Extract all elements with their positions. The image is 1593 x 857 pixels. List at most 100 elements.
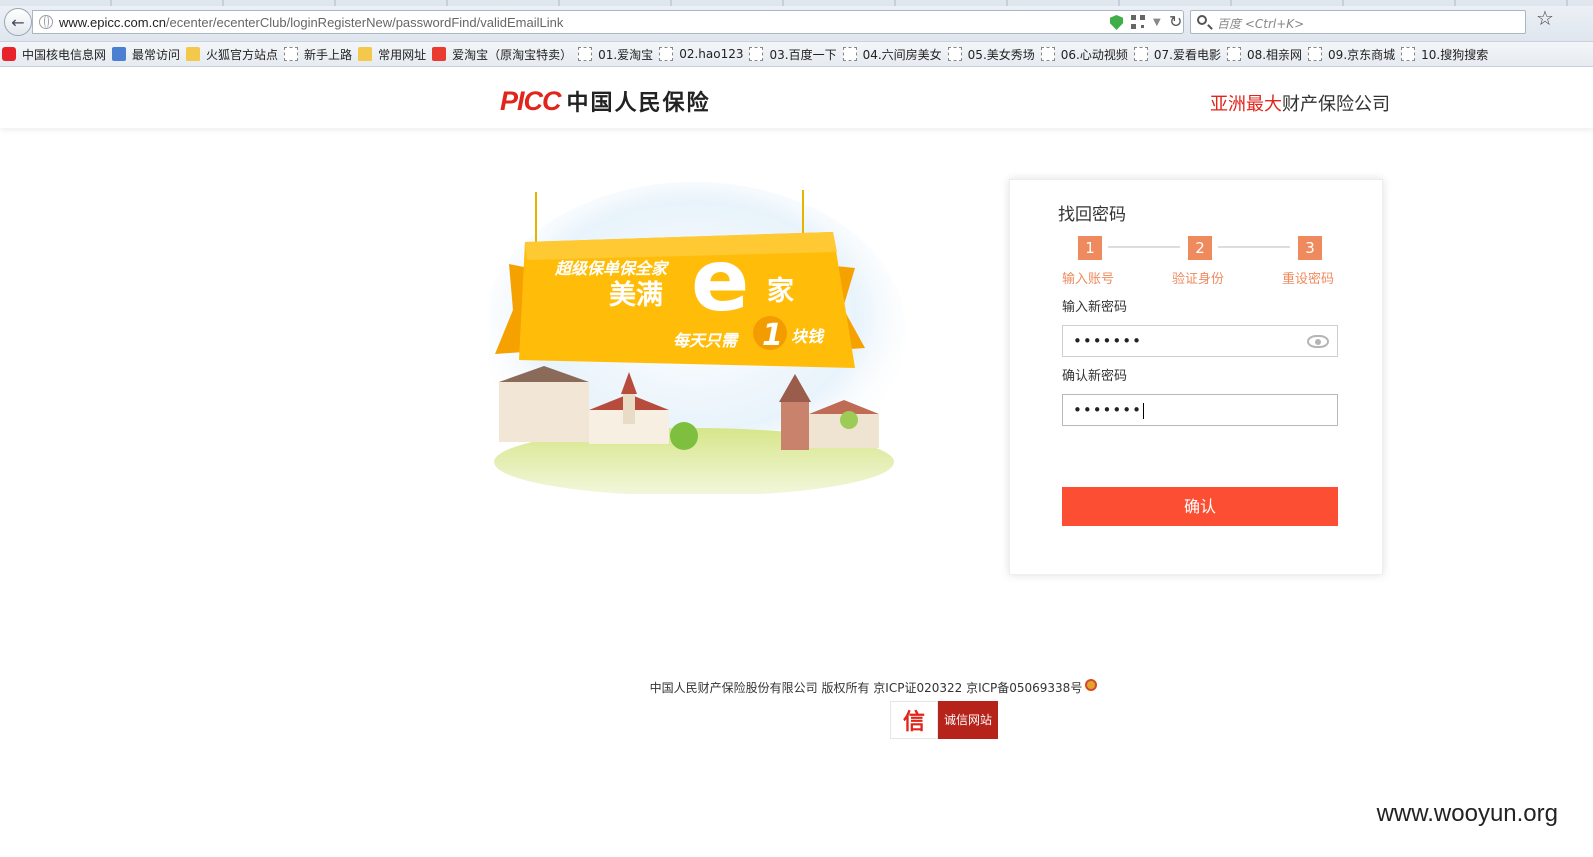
bookmark-label: 新手上路 [304,47,353,62]
bookmark-label: 08.相亲网 [1246,47,1303,62]
page-icon [1133,47,1148,61]
bookmark-item[interactable]: 火狐官方站点 [186,43,278,65]
banner-badge-number: 1 [762,318,783,353]
trust-logo-char: 信 [902,710,925,735]
bookmarks-toolbar: 中国核电信息网 最常访问 火狐官方站点 新手上路 常用网址 爱淘宝（原淘宝特卖）… [0,42,1593,67]
bookmark-label: 火狐官方站点 [206,47,279,62]
header-slogan: 亚洲最大财产保险公司 [1210,90,1390,116]
bookmark-label: 中国核电信息网 [22,47,107,62]
bookmark-label: 06.心动视频 [1060,47,1128,62]
watermark: www.wooyun.org [1376,800,1558,827]
url-path: /ecenter/ecenterClub/loginRegisterNew/pa… [165,15,564,30]
page-icon [1401,47,1416,61]
promo-illustration: 超级保单保全家 美满 e 家 每天只需 1 块钱 [489,182,906,494]
search-bar[interactable]: 百度 <Ctrl+K> [1190,10,1526,34]
back-button[interactable]: ← [4,8,32,36]
footer-line: 中国人民财产保险股份有限公司 版权所有 京ICP证020322 京ICP备050… [650,679,1098,695]
bookmark-item[interactable]: 新手上路 [284,43,352,65]
banner-big-e: e [691,231,749,331]
bookmark-label: 10.搜狗搜索 [1421,47,1489,62]
search-icon [1197,15,1207,25]
dropdown-icon[interactable]: ▼ [1153,17,1161,28]
page-icon [749,47,764,61]
folder-icon [358,47,373,61]
tree [670,422,698,450]
confirm-password-field[interactable]: ••••••• [1062,394,1338,426]
confirm-password-dots: ••••••• [1073,401,1142,419]
bookmark-item[interactable]: 常用网址 [358,43,426,65]
bookmark-item[interactable]: 中国核电信息网 [2,43,106,65]
bookmark-label: 04.六间房美女 [862,47,942,62]
card-title: 找回密码 [1058,205,1126,225]
browser-toolbar: ← www.epicc.com.cn/ecenter/ecenterClub/l… [0,0,1593,42]
globe-icon [39,15,53,29]
bookmark-item[interactable]: 爱淘宝（原淘宝特卖） [432,43,572,65]
url-host: www.epicc.com.cn [59,15,166,30]
confirm-password-label: 确认新密码 [1062,369,1128,384]
footer: 中国人民财产保险股份有限公司 版权所有 京ICP证020322 京ICP备050… [0,679,1593,696]
qr-code-icon[interactable] [1131,15,1145,29]
frequent-icon [112,47,127,61]
bookmark-label: 07.爱看电影 [1153,47,1221,62]
new-password-label: 输入新密码 [1062,300,1128,315]
bookmark-item[interactable]: 09.京东商城 [1308,43,1395,65]
page-icon [1226,47,1241,61]
logo-mark: PICC [500,85,562,116]
site-header: PICC 中国人民保险 亚洲最大财产保险公司 [0,68,1593,128]
bookmark-item[interactable]: 最常访问 [112,43,180,65]
slogan-text: 财产保险公司 [1282,94,1390,115]
shield-icon[interactable] [1110,15,1123,30]
bookmark-label: 05.美女秀场 [967,47,1035,62]
step-2-badge: 2 [1188,236,1212,260]
step-3-label: 重设密码 [1282,272,1335,287]
bookmark-label: 最常访问 [132,47,181,62]
address-bar[interactable]: www.epicc.com.cn/ecenter/ecenterClub/log… [32,10,1184,34]
trust-label: 诚信网站 [938,701,998,739]
bookmark-item[interactable]: 02.hao123 [659,43,743,65]
new-password-field[interactable]: ••••••• [1062,325,1338,357]
banner-line4a: 每天只需 [673,331,739,350]
bookmark-label: 09.京东商城 [1328,47,1396,62]
bookmark-item[interactable]: 01.爱淘宝 [578,43,653,65]
step-1-label: 输入账号 [1062,272,1115,287]
bookmark-item[interactable]: 07.爱看电影 [1133,43,1221,65]
tree [840,411,858,429]
bookmark-label: 常用网址 [378,47,427,62]
bookmark-item[interactable]: 08.相亲网 [1226,43,1303,65]
page-icon [284,47,299,61]
step-3-badge: 3 [1298,236,1322,260]
bookmark-item[interactable]: 05.美女秀场 [947,43,1035,65]
bookmark-item[interactable]: 10.搜狗搜索 [1401,43,1488,65]
new-password-value: ••••••• [1073,332,1142,350]
banner-line4b: 块钱 [791,327,825,346]
page-icon [1308,47,1323,61]
folder-icon [186,47,201,61]
building-left [499,382,589,442]
bookmark-label: 02.hao123 [679,47,744,61]
bookmark-label: 爱淘宝（原淘宝特卖） [452,47,573,62]
text-caret [1142,402,1144,419]
step-connector [1218,246,1290,248]
eye-icon[interactable] [1307,335,1329,348]
logo-name: 中国人民保险 [566,91,711,116]
banner-line1: 超级保单保全家 [554,259,670,278]
confirm-button[interactable]: 确认 [1062,487,1338,526]
back-arrow-icon: ← [11,12,25,32]
tower [623,394,635,424]
step-2-label: 验证身份 [1172,272,1225,287]
bookmark-item[interactable]: 03.百度一下 [749,43,837,65]
bookmark-label: 01.爱淘宝 [598,47,654,62]
step-1-badge: 1 [1078,236,1102,260]
page-icon [842,47,857,61]
confirm-password-value: ••••••• [1073,401,1144,419]
bookmark-item[interactable]: 04.六间房美女 [842,43,942,65]
bookmark-star-icon[interactable]: ☆ [1536,6,1554,30]
trusted-site-badge[interactable]: 信 诚信网站 [890,701,998,739]
reload-icon[interactable]: ↻ [1169,12,1182,31]
password-reset-card: 找回密码 1 2 3 输入账号 验证身份 重设密码 输入新密码 ••••••• … [1009,179,1383,575]
police-badge-icon[interactable] [1085,679,1098,691]
bookmark-item[interactable]: 06.心动视频 [1040,43,1128,65]
picc-logo[interactable]: PICC 中国人民保险 [500,85,711,117]
page-icon [1040,47,1055,61]
building-right-tower [781,402,809,450]
